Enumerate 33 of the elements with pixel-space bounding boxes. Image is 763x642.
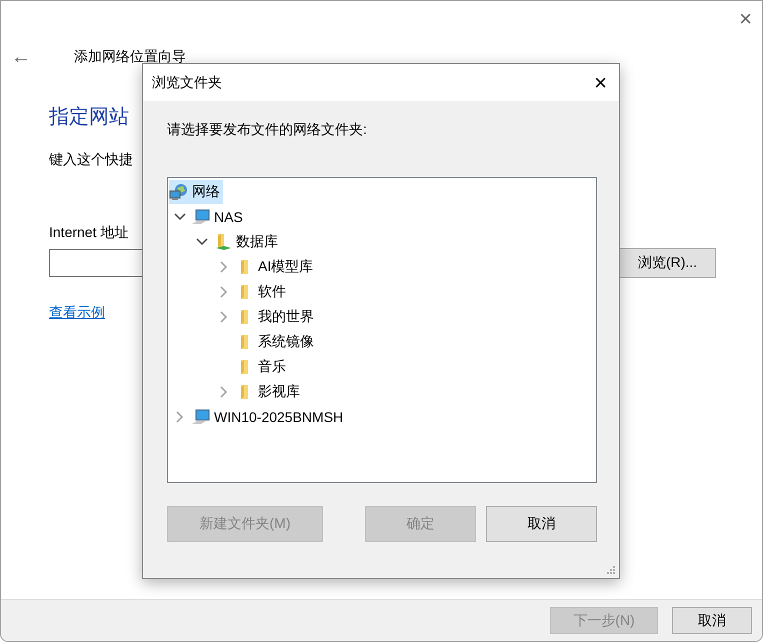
tree-item[interactable]: 我的世界 xyxy=(235,304,317,328)
chevron-right-icon[interactable] xyxy=(220,286,228,298)
dialog-button[interactable]: 取消 xyxy=(486,506,597,542)
computer-icon xyxy=(191,408,211,426)
tree-item[interactable]: 影视库 xyxy=(235,380,303,404)
wizard-button[interactable]: 取消 xyxy=(672,607,752,634)
prompt-text: 请选择要发布文件的网络文件夹: xyxy=(166,120,368,139)
chevron-right-icon[interactable] xyxy=(220,310,228,322)
instruction-text: 键入这个快捷 xyxy=(49,151,133,169)
tree-item[interactable]: 音乐 xyxy=(235,354,289,378)
page-heading: 指定网站 xyxy=(49,105,129,130)
example-link[interactable]: 查看示例 xyxy=(49,304,105,322)
tree-item[interactable]: 软件 xyxy=(235,280,289,304)
window-title: 添加网络位置向导 xyxy=(74,48,186,66)
computer-icon xyxy=(191,208,211,226)
back-arrow-icon[interactable]: ← xyxy=(11,46,74,68)
close-icon[interactable]: × xyxy=(739,7,752,37)
tree-item[interactable]: 系统镜像 xyxy=(235,330,317,354)
tree-item[interactable]: AI模型库 xyxy=(235,254,316,278)
tree-item[interactable]: 网络 xyxy=(169,180,223,204)
chevron-right-icon[interactable] xyxy=(176,410,184,422)
tree-item[interactable]: WIN10-2025BNMSH xyxy=(191,404,346,428)
dialog-title: 浏览文件夹 xyxy=(152,74,222,92)
chevron-right-icon[interactable] xyxy=(220,386,228,398)
close-icon[interactable]: × xyxy=(594,70,607,96)
resize-grip-icon[interactable] xyxy=(606,565,616,575)
tree-item[interactable]: NAS xyxy=(191,204,246,228)
chevron-down-icon[interactable] xyxy=(174,212,186,220)
browse-button[interactable]: 浏览(R)... xyxy=(619,248,716,278)
field-label: Internet 地址 xyxy=(49,224,128,242)
tree-item[interactable]: 数据库 xyxy=(213,230,281,254)
chevron-right-icon[interactable] xyxy=(220,260,228,272)
chevron-down-icon[interactable] xyxy=(196,238,208,246)
